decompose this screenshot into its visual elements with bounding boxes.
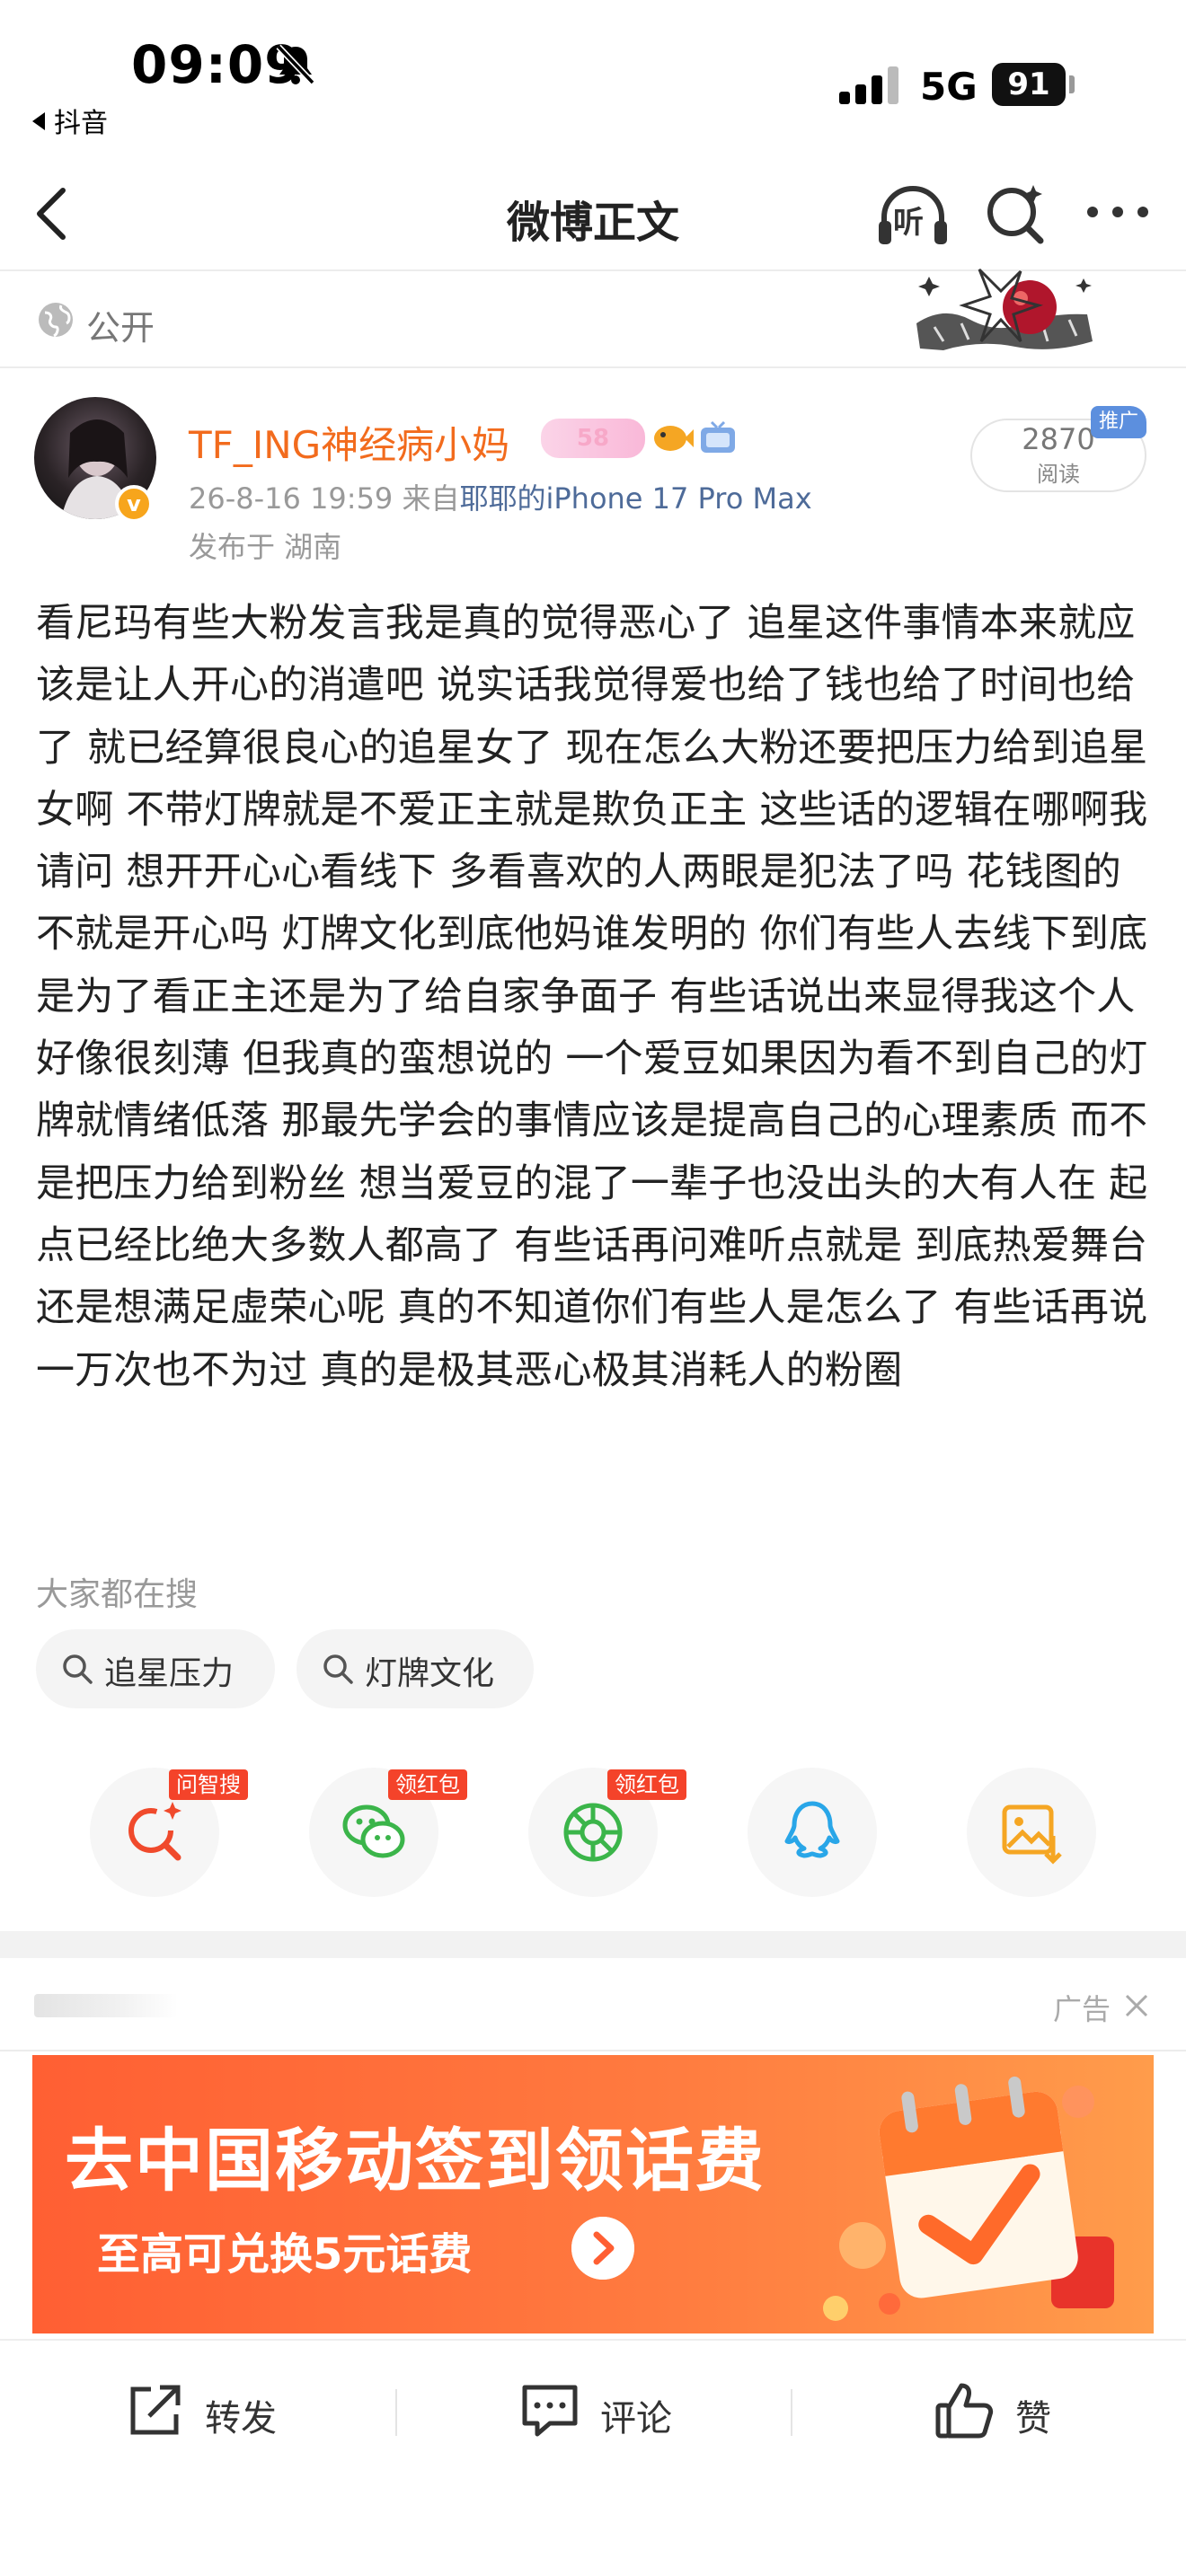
bell-muted-icon	[276, 44, 315, 85]
back-app-label: 抖音	[54, 108, 108, 139]
save-image-button[interactable]	[967, 1768, 1096, 1897]
read-label: 阅读	[1037, 462, 1080, 487]
bar-separator	[791, 2389, 792, 2436]
moments-icon	[563, 1803, 623, 1862]
battery-indicator: 91	[992, 63, 1066, 106]
share-tag: 领红包	[607, 1769, 686, 1800]
like-label: 赞	[1015, 2398, 1051, 2439]
fish-badge-icon	[654, 426, 694, 451]
ad-divider	[0, 2050, 1186, 2051]
tv-badge-icon	[701, 420, 735, 453]
thumbs-up-icon	[935, 2383, 994, 2439]
comment-label: 评论	[600, 2398, 672, 2439]
share-tag: 问智搜	[169, 1769, 248, 1800]
signal-icon	[839, 66, 898, 104]
section-divider	[0, 1931, 1186, 1958]
verified-badge: v	[115, 485, 153, 523]
repost-button[interactable]: 转发	[124, 2378, 304, 2443]
nav-bar: 微博正文 听	[0, 162, 1186, 269]
ad-label: 广告	[1053, 1992, 1111, 2026]
ad-headline: 去中国移动签到领话费	[65, 2121, 766, 2201]
visibility-label: 公开	[86, 308, 155, 348]
post-location: 发布于 湖南	[189, 530, 342, 564]
back-triangle-icon	[32, 112, 45, 130]
ad-subline: 至高可兑换5元话费	[97, 2229, 473, 2280]
qq-share-button[interactable]	[748, 1768, 877, 1897]
trending-search-title: 大家都在搜	[36, 1576, 199, 1613]
search-chip-label: 追星压力	[104, 1655, 235, 1692]
post-meta: 26-8-16 19:59 来自耶耶的iPhone 17 Pro Max	[189, 476, 812, 517]
qq-icon	[784, 1801, 840, 1858]
wechat-icon	[342, 1804, 405, 1858]
battery-tip	[1069, 75, 1075, 93]
share-arrow-icon	[130, 2385, 181, 2435]
search-icon[interactable]	[983, 181, 1048, 246]
post-source[interactable]: 耶耶的iPhone 17 Pro Max	[459, 481, 811, 516]
promo-tag: 推广	[1091, 406, 1146, 438]
status-bar: 09:09 抖音 5G 91	[0, 0, 1186, 144]
search-icon	[323, 1654, 353, 1684]
ai-search-icon	[128, 1802, 181, 1861]
author-name[interactable]: TF_ING神经病小妈	[189, 415, 509, 470]
calendar-check-icon	[823, 2076, 1114, 2321]
visibility-divider	[0, 366, 1186, 368]
repost-label: 转发	[205, 2398, 277, 2439]
save-image-icon	[1002, 1804, 1062, 1865]
more-icon[interactable]	[1084, 194, 1152, 230]
close-icon[interactable]	[1123, 1992, 1150, 2019]
like-button[interactable]: 赞	[934, 2378, 1096, 2443]
network-type: 5G	[920, 65, 978, 109]
search-chip[interactable]: 追星压力	[36, 1629, 275, 1708]
level-badge: 58	[541, 419, 645, 458]
comment-button[interactable]: 评论	[519, 2378, 699, 2443]
post-time: 26-8-16 19:59	[189, 481, 394, 516]
source-prefix: 来自	[402, 481, 460, 516]
share-tag: 领红包	[388, 1769, 467, 1800]
back-to-app-link[interactable]: 抖音	[32, 101, 108, 140]
globe-icon	[39, 303, 73, 338]
arrow-right-icon	[571, 2217, 634, 2280]
decorative-sticker	[916, 268, 1093, 350]
search-chip-label: 灯牌文化	[365, 1655, 495, 1692]
listen-label: 听	[893, 205, 924, 241]
search-chip[interactable]: 灯牌文化	[296, 1629, 534, 1708]
bar-separator	[395, 2389, 397, 2436]
post-text: 看尼玛有些大粉发言我是真的觉得恶心了 追星这件事情本来就应该是让人开心的消遣吧 …	[36, 601, 1148, 1393]
search-icon	[63, 1654, 93, 1684]
ad-sender-blurred	[34, 1994, 178, 2017]
comment-icon	[522, 2385, 578, 2437]
